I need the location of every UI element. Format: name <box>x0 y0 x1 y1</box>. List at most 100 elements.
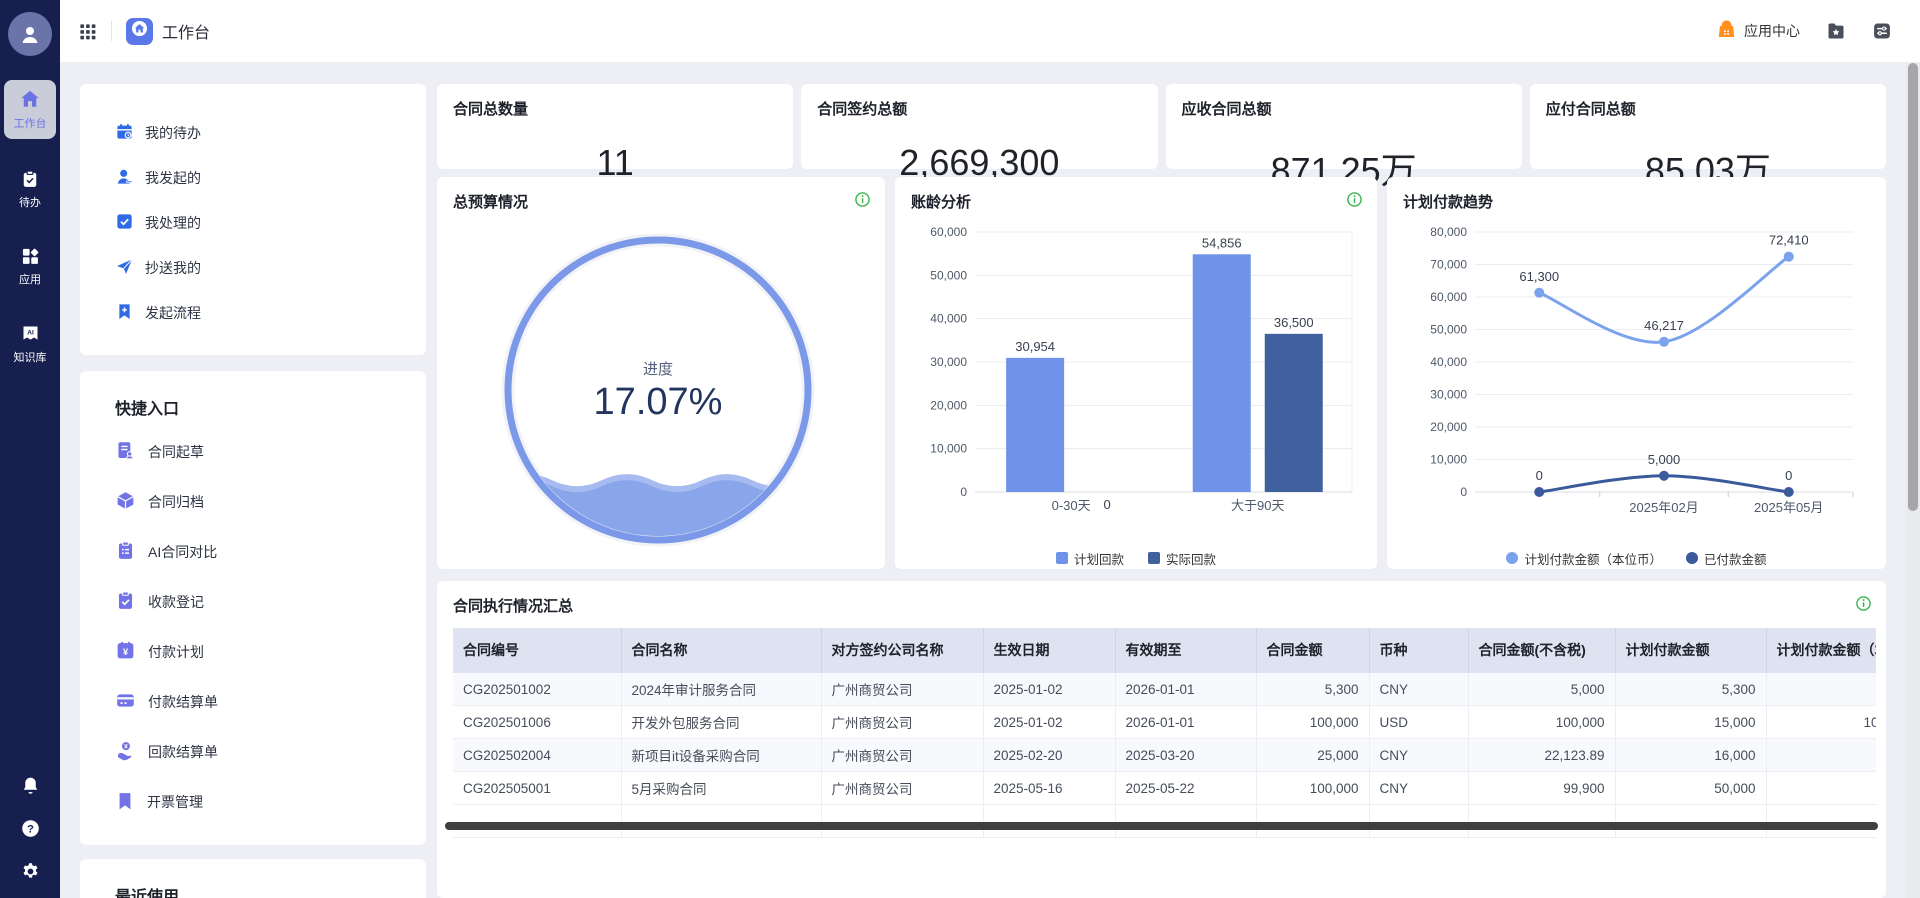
menu-item-3[interactable]: 抄送我的 <box>115 245 426 290</box>
contract-table-viewport[interactable]: 合同编号合同名称对方签约公司名称生效日期有效期至合同金额币种合同金额(不含税)计… <box>453 628 1876 839</box>
archive-box-icon <box>115 490 136 514</box>
table-cell: 广州商贸公司 <box>821 706 983 739</box>
page-scrollbar-track[interactable] <box>1906 63 1920 898</box>
clipboard-list-icon <box>115 540 136 564</box>
menu-item-label: 合同归档 <box>148 492 204 512</box>
table-row[interactable]: CG2025050015月采购合同广州商贸公司2025-05-162025-05… <box>453 772 1876 805</box>
grid-menu-icon[interactable] <box>78 22 97 41</box>
table-cell: 2025-03-20 <box>1115 739 1256 772</box>
home-badge-icon <box>130 19 149 43</box>
svg-text:72,410: 72,410 <box>1769 233 1809 248</box>
info-icon[interactable] <box>1346 191 1363 213</box>
table-cell: 开发外包服务合同 <box>621 706 821 739</box>
table-cell: 广州商贸公司 <box>821 739 983 772</box>
quick-item-7[interactable]: 开票管理 <box>115 777 426 827</box>
svg-text:40,000: 40,000 <box>930 312 967 326</box>
rail-item-1[interactable]: 待办 <box>4 163 56 216</box>
table-cell: CG202501002 <box>453 673 621 706</box>
svg-text:30,954: 30,954 <box>1015 339 1055 354</box>
svg-text:5,000: 5,000 <box>1648 452 1681 467</box>
yen-square-icon: ¥ <box>115 640 136 664</box>
svg-text:0: 0 <box>1785 468 1792 483</box>
menu-item-label: 付款计划 <box>148 642 204 662</box>
legend-item: 计划付款金额（本位币） <box>1506 549 1662 568</box>
svg-text:大于90天: 大于90天 <box>1231 498 1284 513</box>
table-cell: 2025-05-16 <box>983 772 1115 805</box>
menu-item-label: AI合同对比 <box>148 542 217 562</box>
table-row[interactable]: CG2025010022024年审计服务合同广州商贸公司2025-01-0220… <box>453 673 1876 706</box>
menu-item-2[interactable]: 我处理的 <box>115 200 426 245</box>
aging-bar-chart: 0 10,000 20,000 30,000 40,000 50,000 60,… <box>911 212 1361 542</box>
pay-card-icon <box>115 690 136 714</box>
send-icon <box>115 257 134 279</box>
svg-text:?: ? <box>27 824 34 836</box>
menu-item-1[interactable]: 我发起的 <box>115 155 426 200</box>
table-cell: USD <box>1369 706 1468 739</box>
table-cell: 15,000 <box>1615 706 1766 739</box>
rail-item-label: 待办 <box>19 194 41 210</box>
workbench-app-icon <box>126 18 153 45</box>
table-cell: 100,000 <box>1256 706 1369 739</box>
avatar[interactable] <box>8 12 52 56</box>
rail-item-0[interactable]: 工作台 <box>4 80 56 139</box>
quick-item-2[interactable]: AI合同对比 <box>115 527 426 577</box>
svg-text:17.07%: 17.07% <box>594 381 723 423</box>
folder-star-icon[interactable] <box>1826 21 1846 41</box>
legend-item: 计划回款 <box>1056 549 1124 568</box>
recent-used-title: 最近使用 <box>115 883 426 898</box>
kpi-card-2: 应收合同总额 871.25万 <box>1166 84 1522 169</box>
menu-item-4[interactable]: 发起流程 <box>115 290 426 335</box>
contract-summary-card: 合同执行情况汇总 合同编号合同名称对方签约公司名称生效日期有效期至合同金额币种合… <box>437 581 1886 898</box>
quick-item-1[interactable]: 合同归档 <box>115 477 426 527</box>
bookmark-plus-icon <box>115 302 134 324</box>
table-cell: 50,000 <box>1615 772 1766 805</box>
svg-text:0: 0 <box>1104 497 1111 512</box>
svg-text:50,000: 50,000 <box>1430 322 1467 336</box>
rail-item-3[interactable]: AI 知识库 <box>4 317 56 371</box>
shopping-bag-icon <box>1716 19 1737 43</box>
notification-bell-icon[interactable] <box>20 775 41 796</box>
rail-item-label: 工作台 <box>14 115 47 131</box>
quick-item-3[interactable]: 收款登记 <box>115 577 426 627</box>
table-cell: 新项目it设备采购合同 <box>621 739 821 772</box>
quick-item-5[interactable]: 付款结算单 <box>115 677 426 727</box>
svg-text:40,000: 40,000 <box>1430 355 1467 369</box>
main-content: 我的待办 我发起的 我处理的 抄送我的 发起流程 快捷入口 合同起草 合同归档 … <box>60 63 1906 898</box>
calendar-todo-icon <box>115 122 134 144</box>
info-icon[interactable] <box>1855 595 1872 617</box>
svg-text:AI: AI <box>27 329 34 336</box>
table-cell: 108 <box>1766 706 1876 739</box>
info-icon[interactable] <box>854 191 871 213</box>
table-row[interactable]: CG202502004新项目it设备采购合同广州商贸公司2025-02-2020… <box>453 739 1876 772</box>
menu-item-0[interactable]: 我的待办 <box>115 110 426 155</box>
table-cell: CNY <box>1369 739 1468 772</box>
table-cell <box>1766 772 1876 805</box>
horizontal-scrollbar-thumb[interactable] <box>445 822 1878 830</box>
help-icon[interactable]: ? <box>20 818 41 839</box>
settings-gear-icon[interactable] <box>20 861 41 882</box>
table-header-row: 合同编号合同名称对方签约公司名称生效日期有效期至合同金额币种合同金额(不含税)计… <box>453 628 1876 673</box>
aging-bar-chart-card: 账龄分析 0 10,000 20,000 30,000 40,000 50,00… <box>895 177 1377 569</box>
quick-entry-title: 快捷入口 <box>115 395 426 419</box>
menu-item-label: 抄送我的 <box>145 258 201 278</box>
table-row[interactable]: CG202501006开发外包服务合同广州商贸公司2025-01-022026-… <box>453 706 1876 739</box>
app-center-button[interactable]: 应用中心 <box>1716 19 1800 43</box>
sliders-icon[interactable] <box>1872 21 1892 41</box>
bookmark-icon <box>115 791 135 814</box>
svg-text:46,217: 46,217 <box>1644 318 1684 333</box>
svg-text:2025年05月: 2025年05月 <box>1754 500 1823 515</box>
quick-entry-card: 快捷入口 合同起草 合同归档 AI合同对比 收款登记¥ 付款计划 付款结算单¥ … <box>80 371 426 845</box>
quick-item-4[interactable]: ¥ 付款计划 <box>115 627 426 677</box>
user-icon <box>115 167 134 189</box>
quick-item-0[interactable]: 合同起草 <box>115 427 426 477</box>
svg-text:¥: ¥ <box>123 647 129 658</box>
table-cell: 2025-05-22 <box>1115 772 1256 805</box>
quick-item-6[interactable]: ¥ 回款结算单 <box>115 727 426 777</box>
rail-item-2[interactable]: 应用 <box>4 240 56 293</box>
page-scrollbar-thumb[interactable] <box>1908 63 1918 511</box>
contract-table: 合同编号合同名称对方签约公司名称生效日期有效期至合同金额币种合同金额(不含税)计… <box>453 628 1876 839</box>
table-cell: CG202505001 <box>453 772 621 805</box>
aging-chart-legend: 计划回款实际回款 <box>911 549 1361 568</box>
rail-item-label: 知识库 <box>14 349 47 365</box>
menu-item-label: 我发起的 <box>145 168 201 188</box>
